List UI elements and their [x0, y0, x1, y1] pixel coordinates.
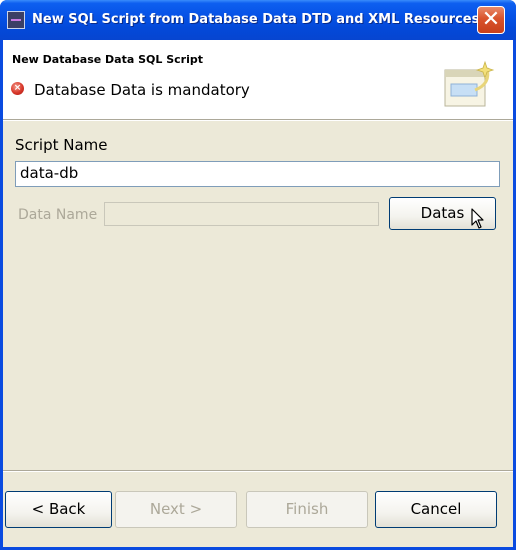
close-icon: ✕ [481, 7, 501, 32]
cancel-button[interactable]: Cancel [375, 491, 497, 528]
mouse-pointer-icon [471, 208, 484, 229]
error-icon: × [11, 82, 24, 95]
footer-separator [3, 470, 513, 472]
dialog-window: New SQL Script from Database Data DTD an… [0, 0, 516, 550]
data-name-label: Data Name [18, 207, 98, 223]
wizard-header: New Database Data SQL Script × Database … [3, 40, 513, 119]
close-button[interactable]: ✕ [477, 6, 505, 34]
app-window-icon [7, 11, 25, 29]
title-bar[interactable]: New SQL Script from Database Data DTD an… [0, 0, 516, 40]
error-message: Database Data is mandatory [34, 81, 250, 99]
page-title: New Database Data SQL Script [12, 53, 203, 66]
dialog-body: New Database Data SQL Script × Database … [3, 40, 513, 547]
finish-button[interactable]: Finish [246, 491, 368, 528]
back-button[interactable]: < Back [5, 491, 112, 528]
script-name-label: Script Name [15, 136, 108, 154]
header-separator [3, 119, 513, 121]
window-title: New SQL Script from Database Data DTD an… [32, 12, 480, 27]
next-button[interactable]: Next > [115, 491, 237, 528]
data-name-field[interactable] [104, 202, 379, 226]
script-name-field[interactable]: data-db [15, 161, 500, 187]
wizard-banner-icon [444, 60, 495, 107]
